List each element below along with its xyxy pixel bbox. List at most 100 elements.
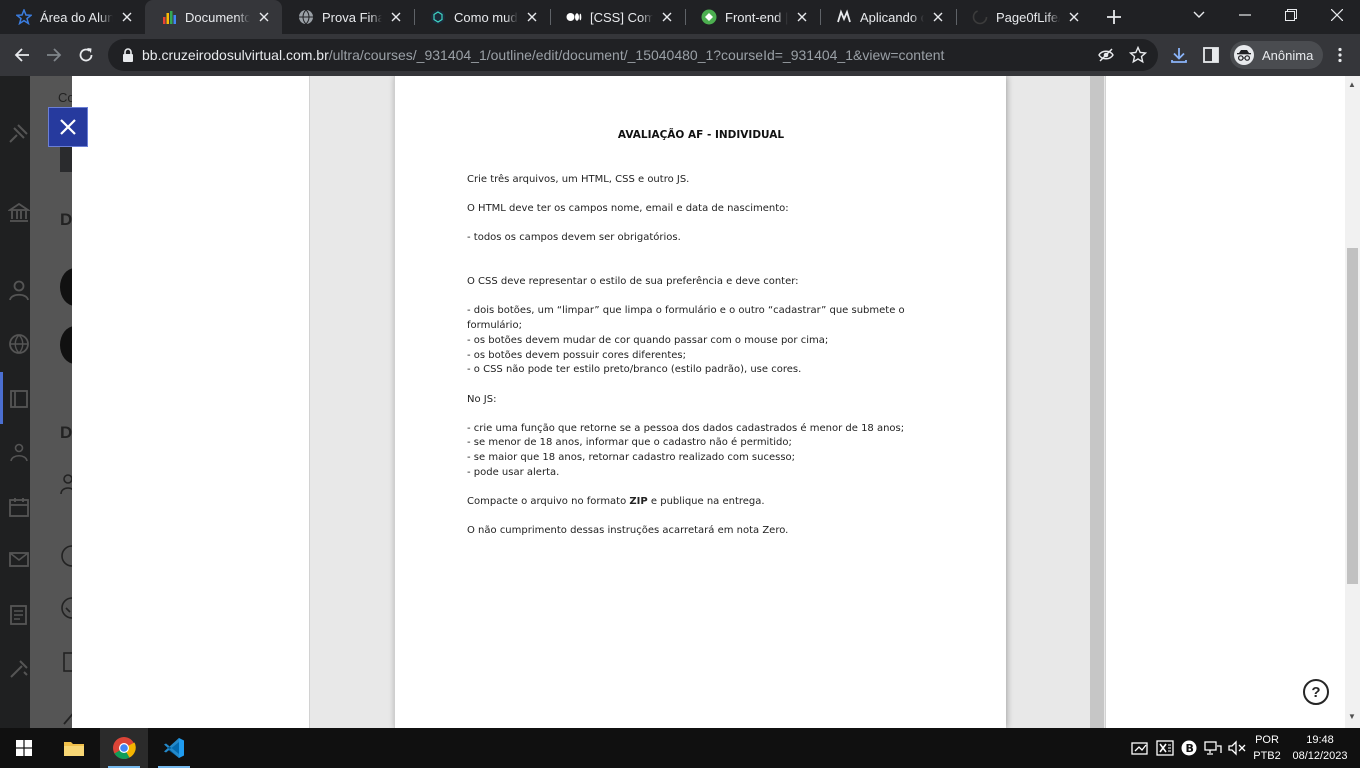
calendar-icon	[9, 498, 29, 517]
bookmark-star-icon[interactable]	[1128, 45, 1148, 65]
document-line: Compacte o arquivo no formato ZIP e publ…	[467, 496, 765, 507]
vscode-taskbar-button[interactable]	[150, 728, 198, 768]
chrome-taskbar-button[interactable]	[100, 728, 148, 768]
document-line: - pode usar alerta.	[467, 467, 560, 478]
background-heading: D	[60, 210, 73, 229]
close-icon	[1331, 9, 1343, 21]
windows-taskbar: B POR PTB2 19:48 08/12/2023	[0, 728, 1360, 768]
tab-area-do-aluno[interactable]: Área do Aluno	[0, 0, 145, 34]
tab-title: Page0fLife/P	[996, 9, 1060, 25]
menu-icon[interactable]	[1330, 45, 1350, 65]
medium-icon	[566, 9, 582, 25]
close-tab-icon[interactable]	[256, 9, 272, 25]
close-tab-icon[interactable]	[794, 9, 810, 25]
globe-icon	[298, 9, 314, 25]
document-line: - os botões devem mudar de cor quando pa…	[467, 335, 829, 346]
close-tab-icon[interactable]	[524, 9, 540, 25]
tab-title: Prova Final de	[322, 9, 382, 25]
tab-css-como[interactable]: [CSS] Como	[550, 0, 685, 34]
close-tab-icon[interactable]	[1066, 9, 1082, 25]
close-tab-icon[interactable]	[119, 9, 135, 25]
activity-icon	[9, 124, 28, 143]
close-document-button[interactable]	[48, 107, 88, 147]
forward-button[interactable]	[38, 39, 70, 71]
document-text: e publique na entrega.	[647, 496, 765, 507]
document-line: - crie uma função que retorne se a pesso…	[467, 423, 905, 434]
tab-prova-final[interactable]: Prova Final de	[282, 0, 414, 34]
document-page: AVALIAÇÃO AF - INDIVIDUAL Crie três arqu…	[394, 76, 1006, 728]
document-text: Compacte o arquivo no formato	[467, 496, 630, 507]
tab-title: [CSS] Como	[590, 9, 653, 25]
tab-search-button[interactable]	[1176, 0, 1222, 30]
tab-aplicando[interactable]: Aplicando co	[820, 0, 956, 34]
tab-title: Área do Aluno	[40, 9, 113, 25]
address-bar[interactable]: bb.cruzeirodosulvirtual.com.br/ultra/cou…	[108, 39, 1158, 71]
tab-strip: Área do Aluno Documento Prova Final de C…	[0, 0, 1360, 34]
close-tab-icon[interactable]	[659, 9, 675, 25]
back-button[interactable]	[6, 39, 38, 71]
active-nav-indicator	[0, 372, 3, 424]
background-heading: D	[60, 423, 73, 442]
scroll-up-icon[interactable]: ▲	[1348, 80, 1356, 89]
tab-como-mudar[interactable]: Como mudar	[414, 0, 550, 34]
scroll-down-icon[interactable]: ▼	[1348, 712, 1356, 721]
viewer-scrollbar[interactable]	[1090, 76, 1104, 728]
restore-button[interactable]	[1268, 0, 1314, 30]
document-line: - o CSS não pode ter estilo preto/branco…	[467, 364, 802, 375]
close-window-button[interactable]	[1314, 0, 1360, 30]
file-explorer-button[interactable]	[50, 728, 98, 768]
arrow-right-icon	[47, 48, 62, 62]
profile-icon	[9, 280, 29, 301]
scrollbar-thumb[interactable]	[1347, 248, 1358, 584]
document-line: - se menor de 18 anos, informar que o ca…	[467, 437, 792, 448]
tray-icon-sync[interactable]	[1130, 738, 1150, 758]
input-language[interactable]: POR PTB2	[1252, 732, 1282, 764]
network-icon[interactable]	[1203, 738, 1223, 758]
tab-page0flife[interactable]: Page0fLife/P	[956, 0, 1092, 34]
new-tab-button[interactable]	[1102, 5, 1126, 29]
volume-muted-icon[interactable]	[1227, 738, 1247, 758]
lock-icon[interactable]	[120, 47, 136, 63]
incognito-profile-button[interactable]: Anônima	[1230, 41, 1324, 69]
courses-icon	[10, 390, 28, 408]
tools-icon	[10, 660, 28, 678]
document-line: - dois botões, um “limpar” que limpa o f…	[467, 305, 905, 316]
reload-button[interactable]	[70, 39, 102, 71]
tray-icon-excel[interactable]	[1155, 738, 1175, 758]
clock-time: 19:48	[1306, 734, 1334, 746]
document-line: Crie três arquivos, um HTML, CSS e outro…	[467, 174, 690, 185]
download-icon[interactable]	[1169, 45, 1189, 65]
tracking-blocked-icon[interactable]	[1096, 45, 1116, 65]
help-button[interactable]: ?	[1303, 679, 1329, 705]
document-bold-text: ZIP	[629, 496, 648, 507]
vscode-icon	[164, 738, 184, 758]
folder-icon	[64, 742, 84, 756]
document-line: - se maior que 18 anos, retornar cadastr…	[467, 452, 796, 463]
plus-icon	[1107, 10, 1121, 24]
tab-front-end[interactable]: Front-end | Cu	[685, 0, 820, 34]
clock-date: 08/12/2023	[1292, 750, 1348, 762]
url-host: bb.cruzeirodosulvirtual.com.br	[142, 47, 329, 63]
star-icon	[16, 9, 32, 25]
close-tab-icon[interactable]	[930, 9, 946, 25]
tab-documento[interactable]: Documento	[145, 0, 282, 34]
svg-text:B: B	[1186, 742, 1194, 755]
grades-icon	[10, 605, 27, 625]
tab-title: Documento	[185, 9, 250, 25]
system-clock[interactable]: 19:48 08/12/2023	[1288, 732, 1352, 764]
chevron-down-icon	[1193, 11, 1205, 18]
minimize-button[interactable]	[1222, 0, 1268, 30]
url-text[interactable]: bb.cruzeirodosulvirtual.com.br/ultra/cou…	[142, 47, 944, 63]
incognito-icon	[1234, 45, 1254, 65]
page-scrollbar[interactable]: ▲ ▼	[1345, 76, 1360, 728]
close-tab-icon[interactable]	[388, 9, 404, 25]
side-panel-icon[interactable]	[1201, 45, 1221, 65]
start-button[interactable]	[0, 728, 48, 768]
document-title: AVALIAÇÃO AF - INDIVIDUAL	[617, 129, 785, 141]
page-content: Co D D AVALIAÇÃO AF - INDIVIDUAL Crie tr…	[0, 76, 1360, 728]
globe-icon	[9, 334, 29, 354]
github-icon	[972, 9, 988, 25]
tab-title: Front-end | Cu	[725, 9, 788, 25]
document-line: O CSS deve representar o estilo de sua p…	[467, 276, 799, 287]
tray-icon-b[interactable]: B	[1179, 738, 1199, 758]
